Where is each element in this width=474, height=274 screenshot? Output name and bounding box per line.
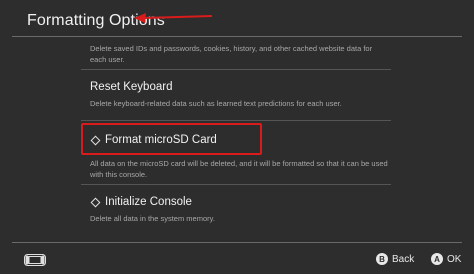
annotation-arrow-icon [134,13,213,23]
option-description: Delete keyboard-related data such as lea… [90,99,342,108]
ok-button[interactable]: A OK [431,253,461,265]
option-initialize-console[interactable]: Initialize Console Delete all data in th… [81,189,391,233]
option-label: Reset Keyboard [90,81,173,93]
option-reset-keyboard[interactable]: Reset Keyboard Delete keyboard-related d… [81,74,391,118]
header: Formatting Options [0,0,474,38]
option-label: Initialize Console [90,196,192,208]
divider [81,69,391,70]
diamond-icon [90,197,101,207]
b-button-icon: B [376,253,388,265]
a-button-icon: A [431,253,443,265]
annotation-highlight-box [81,123,262,155]
footer-divider [12,242,462,243]
divider [81,120,391,121]
console-icon [24,254,46,266]
option-description-browser-data: Delete saved IDs and passwords, cookies,… [90,44,373,64]
option-description: Delete all data in the system memory. [90,214,215,223]
divider [81,184,391,185]
back-label: Back [392,253,415,265]
back-button[interactable]: B Back [376,253,414,265]
options-list: Delete saved IDs and passwords, cookies,… [0,37,474,239]
option-description: All data on the microSD card will be del… [90,159,388,179]
footer: B Back A OK [0,239,474,274]
ok-label: OK [447,253,462,265]
